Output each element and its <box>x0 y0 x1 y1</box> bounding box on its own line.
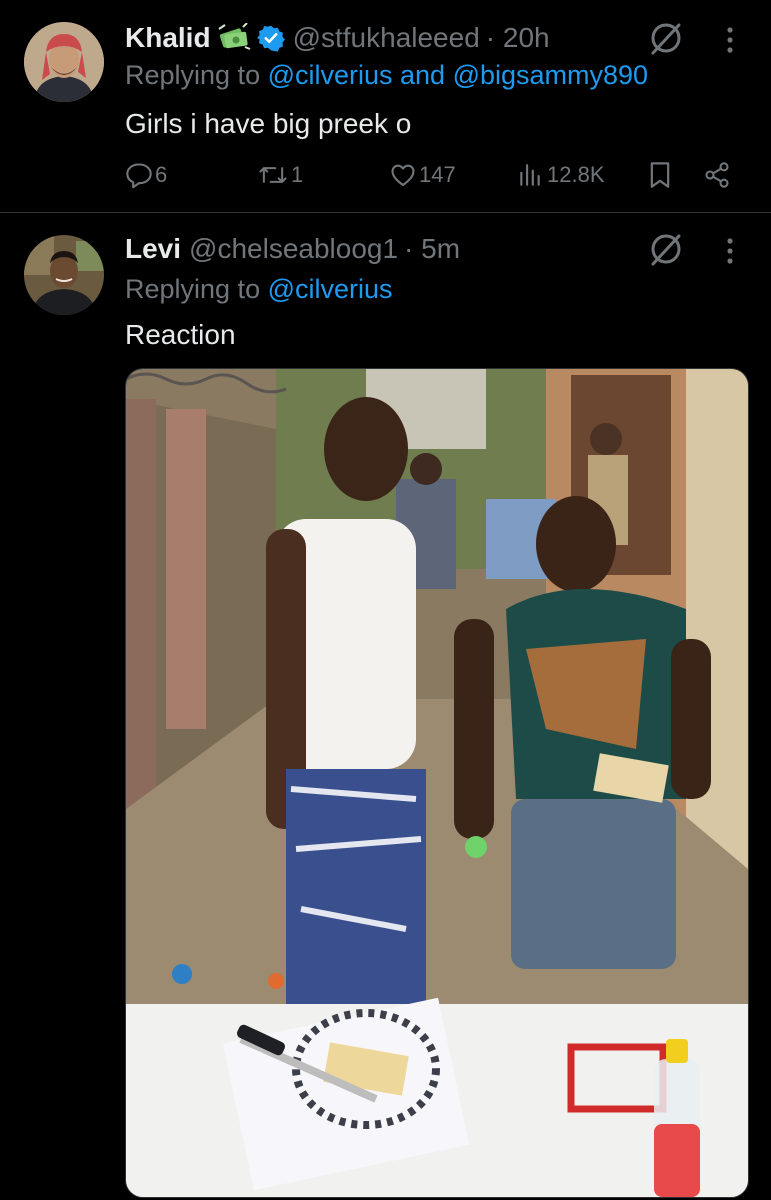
heart-icon <box>391 164 415 186</box>
video-thumbnail <box>126 369 748 1197</box>
more-options-icon[interactable] <box>718 22 742 58</box>
replying-to: Replying to @cilverius and @bigsammy890 <box>125 60 648 91</box>
bookmark-icon <box>650 162 670 188</box>
grok-icon[interactable] <box>648 20 684 56</box>
grok-icon[interactable] <box>648 231 684 267</box>
tweet-media-video[interactable] <box>125 368 749 1198</box>
retweet-count: 1 <box>291 162 304 187</box>
tweet-text: Reaction <box>125 319 236 350</box>
views-chart-icon <box>520 164 540 186</box>
user-handle[interactable]: @chelseabloog1 <box>189 233 398 265</box>
verified-badge-icon <box>256 24 285 52</box>
replying-to: Replying to @cilverius <box>125 274 393 305</box>
avatar-levi[interactable] <box>24 235 104 315</box>
views-button[interactable]: 12.8K <box>517 161 605 189</box>
avatar-khalid[interactable] <box>24 22 104 102</box>
tweet-header: Khalid @stfukhaleeed · 20h <box>125 20 550 56</box>
timestamp[interactable]: · 5m <box>404 233 460 265</box>
view-count: 12.8K <box>547 162 605 187</box>
display-name[interactable]: Levi <box>125 233 181 265</box>
reply-button[interactable]: 6 <box>125 161 167 189</box>
reply-mentions-link[interactable]: @cilverius <box>268 274 393 304</box>
display-name[interactable]: Khalid <box>125 22 211 54</box>
like-count: 147 <box>419 162 456 187</box>
retweet-icon <box>259 167 287 183</box>
like-button[interactable]: 147 <box>389 161 456 189</box>
reply-mentions-link[interactable]: @cilverius and @bigsammy890 <box>268 60 648 90</box>
user-handle[interactable]: @stfukhaleeed <box>293 22 480 54</box>
replying-to-label: Replying to <box>125 60 268 90</box>
tweet-header: Levi @chelseabloog1 · 5m <box>125 231 460 267</box>
bookmark-button[interactable] <box>648 161 672 189</box>
money-emoji-icon <box>217 22 251 53</box>
replying-to-label: Replying to <box>125 274 268 304</box>
retweet-button[interactable]: 1 <box>257 161 303 189</box>
reply-count: 6 <box>155 162 168 187</box>
timestamp[interactable]: · 20h <box>486 22 550 54</box>
tweet-text: Girls i have big preek o <box>125 108 412 139</box>
share-icon <box>705 162 729 188</box>
more-options-icon[interactable] <box>718 233 742 269</box>
reply-icon <box>126 163 152 189</box>
tweet-khalid[interactable]: Khalid @stfukhaleeed · 20h Replying to @… <box>0 0 771 212</box>
share-button[interactable] <box>703 161 731 189</box>
action-bar: 6 1 147 12.8K <box>125 161 745 197</box>
